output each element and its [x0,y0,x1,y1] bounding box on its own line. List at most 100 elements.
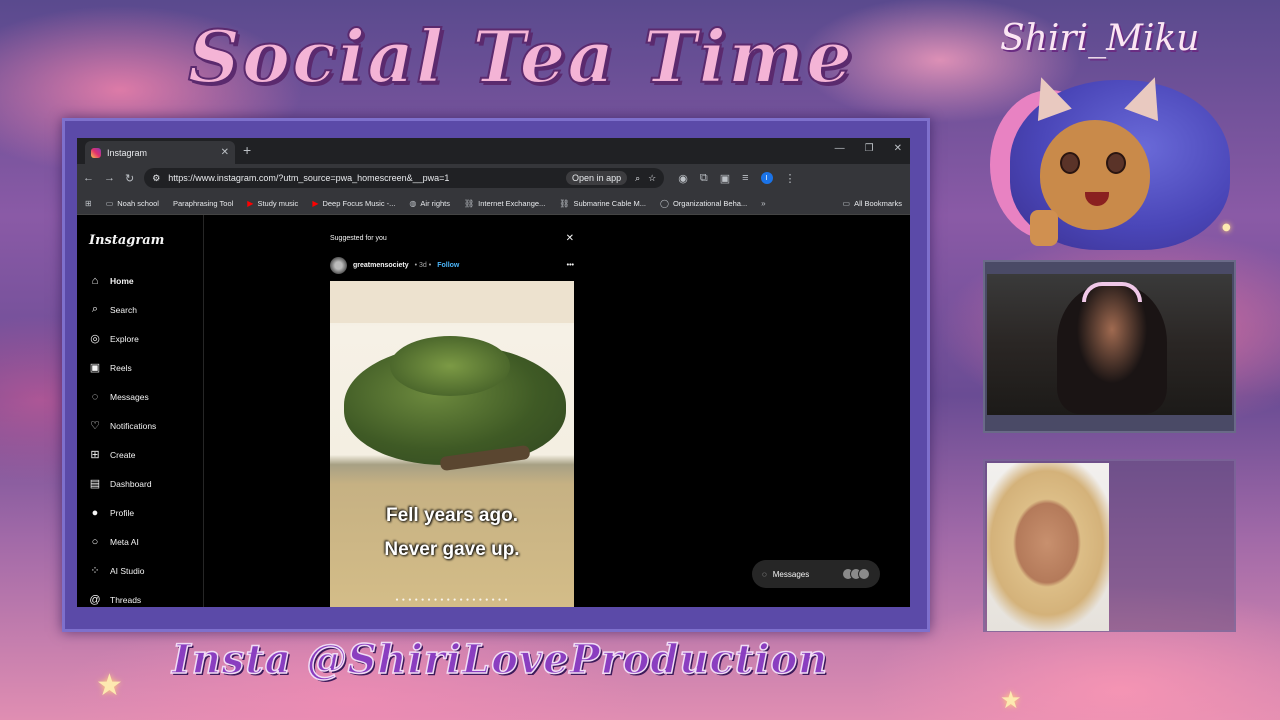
post-header: greatmensociety • 3d • Follow ••• [330,257,574,274]
webcam-feed [983,260,1236,433]
site-info-icon[interactable]: ⚙ [152,173,160,184]
tab-title: Instagram [107,147,148,158]
tab-instagram[interactable]: Instagram ✕ [85,141,235,164]
nav-reels[interactable]: ▣ Reels [89,353,191,382]
tab-bar: Instagram ✕ + — ❐ ✕ [77,138,910,164]
post-caption-line-2: Never gave up. [384,539,520,560]
link-icon: ⛓ [559,198,570,208]
folder-icon: ▭ [842,198,851,208]
dismiss-suggestion-icon[interactable]: ✕ [566,233,574,244]
bookmark-star-icon[interactable]: ☆ [648,173,656,184]
apps-grid-icon[interactable]: ⊞ [85,199,92,208]
nav-threads[interactable]: @ Threads [89,585,191,607]
meta-ai-icon: ○ [91,535,99,548]
nav-search[interactable]: ⌕ Search [89,295,191,324]
messenger-icon: ◌ [762,569,767,579]
post-username[interactable]: greatmensociety [353,262,409,269]
feed: Suggested for you ✕ greatmensociety • 3d… [330,215,574,607]
vtuber-character-illustration [990,60,1240,250]
profile-avatar[interactable]: I [760,172,773,184]
folder-icon: ▭ [105,198,114,208]
bookmark-item[interactable]: ◍ Air rights [409,199,450,208]
nav-messages[interactable]: ◌ Messages [89,382,191,411]
circle-icon: ◯ [660,198,669,208]
threads-icon: @ [89,593,101,606]
close-tab-icon[interactable]: ✕ [221,147,229,158]
bookmark-item[interactable]: ▶ Deep Focus Music -... [312,199,395,208]
bookmark-item[interactable]: ▭ Noah school [106,199,159,208]
nav-notifications[interactable]: ♡ Notifications [89,411,191,440]
nav-dashboard[interactable]: ▤ Dashboard [89,469,191,498]
follow-button[interactable]: Follow [437,262,459,269]
nav-home[interactable]: ⌂ Home [89,266,191,295]
dashboard-icon: ▤ [89,478,101,490]
globe-icon: ◍ [409,198,417,208]
ai-studio-icon: ⁘ [90,565,100,577]
instagram-handle: Insta @ShiriLoveProduction [171,635,829,684]
instagram-logo[interactable]: Instagram [89,233,191,248]
brand-name: Shiri_Miku [1000,18,1200,59]
new-tab-icon[interactable]: + [243,142,251,158]
instagram-sidebar: Instagram ⌂ Home ⌕ Search ◎ Explore ▣ Reels … [77,215,204,607]
messenger-icon: ◌ [91,390,99,403]
nav-meta-ai[interactable]: ○ Meta AI [89,527,191,556]
bookmark-item[interactable]: Paraphrasing Tool [173,199,233,208]
maximize-icon[interactable]: ❐ [865,143,874,154]
extension-icon[interactable]: ◉ [678,172,688,185]
zoom-icon[interactable]: ⌕ [635,173,640,184]
window-controls: — ❐ ✕ [835,143,902,154]
post-caption-line-1: Fell years ago. [385,505,518,526]
star-icon: ★ [96,668,123,703]
instagram-favicon-icon [91,147,101,158]
sidepanel-icon[interactable]: ▣ [720,172,730,185]
all-bookmarks[interactable]: ▭ All Bookmarks [843,199,903,208]
profile-avatar-icon: ● [91,506,99,519]
cat-ear-headset [1082,282,1142,302]
extensions-puzzle-icon[interactable]: ⧉ [700,172,708,185]
messages-button[interactable]: ◌ Messages [752,560,880,588]
bookmark-item[interactable]: ▶ Study music [247,199,298,208]
media-icon[interactable]: ≡ [742,172,748,184]
stream-title: Social Tea Time [187,13,855,100]
nav-profile[interactable]: ● Profile [89,498,191,527]
menu-kebab-icon[interactable]: ⋮ [785,172,796,185]
plus-square-icon: ⊞ [90,449,100,461]
suggested-label: Suggested for you [330,235,387,242]
nav-explore[interactable]: ◎ Explore [89,324,191,353]
home-icon: ⌂ [91,274,99,287]
post-avatar[interactable] [330,257,347,274]
star-icon: ★ [1000,686,1022,714]
search-icon: ⌕ [91,303,99,315]
bookmarks-bar: ⊞ ▭ Noah school Paraphrasing Tool ▶ Study … [77,192,910,215]
carousel-dots: ● ● ● ● ● ● ● ● ● ● ● ● ● ● ● ● ● ● [395,597,509,603]
more-bookmarks-icon[interactable]: » [761,199,765,208]
url-text: https://www.instagram.com/?utm_source=pw… [168,173,450,183]
avatar-portrait-image [987,463,1109,631]
minimize-icon[interactable]: — [835,143,845,154]
browser-window: Instagram ✕ + — ❐ ✕ ← → ↻ ⚙ https://www.… [77,138,910,607]
address-bar[interactable]: ⚙ https://www.instagram.com/?utm_source=… [144,168,665,188]
more-options-icon[interactable]: ••• [567,262,574,269]
message-avatars [842,568,870,580]
nav-ai-studio[interactable]: ⁘ AI Studio [89,556,191,585]
bookmark-item[interactable]: ⛓ Internet Exchange... [464,199,545,208]
instagram-page: Instagram ⌂ Home ⌕ Search ◎ Explore ▣ Reels … [77,215,910,607]
close-window-icon[interactable]: ✕ [894,143,902,154]
reels-icon: ▣ [89,362,101,374]
open-in-app-button[interactable]: Open in app [566,171,628,185]
bookmark-item[interactable]: ⛓ Submarine Cable M... [559,199,646,208]
nav-create[interactable]: ⊞ Create [89,440,191,469]
bookmark-item[interactable]: ◯ Organizational Beha... [660,199,747,208]
heart-icon: ♡ [90,420,100,432]
scrollbar[interactable] [903,295,908,607]
forward-icon[interactable]: → [104,172,115,184]
avatar-panel [983,459,1236,632]
browser-toolbar: ← → ↻ ⚙ https://www.instagram.com/?utm_s… [77,164,910,192]
back-icon[interactable]: ← [83,172,94,184]
youtube-icon: ▶ [312,198,319,208]
post-image[interactable]: Fell years ago. Never gave up. ● ● ● ● ●… [330,281,574,607]
suggested-header: Suggested for you ✕ [330,233,574,244]
messages-label: Messages [772,569,810,579]
streamer-webcam-image [1057,284,1167,414]
reload-icon[interactable]: ↻ [125,172,134,185]
